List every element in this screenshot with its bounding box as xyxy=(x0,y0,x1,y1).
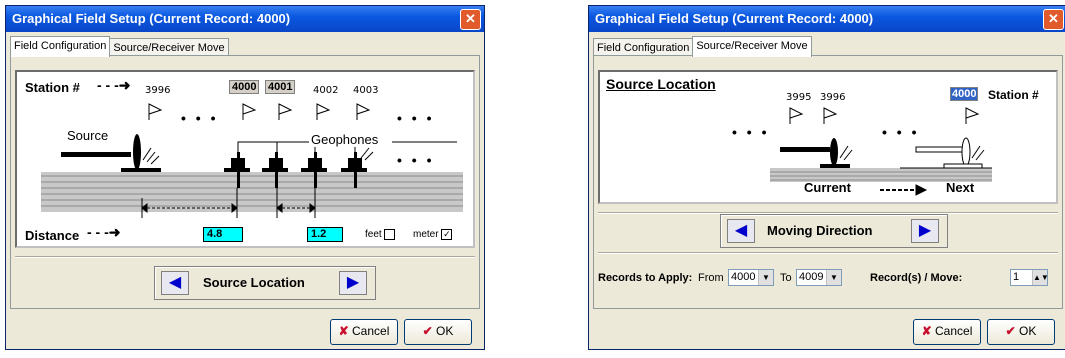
nav-label: Moving Direction xyxy=(767,223,873,238)
next-arrow-button[interactable]: ▶ xyxy=(911,219,939,243)
ok-label: OK xyxy=(1019,324,1037,338)
chevron-down-icon[interactable]: ▼ xyxy=(826,270,841,285)
geophones-label: Geophones xyxy=(309,132,381,147)
per-move-value: 1 xyxy=(1013,271,1020,283)
separator xyxy=(15,256,475,258)
checkmark-icon: ✔ xyxy=(1005,324,1016,338)
records-per-move-stepper[interactable]: 1 ▲▼ xyxy=(1010,269,1049,286)
cancel-button[interactable]: ✘ Cancel xyxy=(330,319,398,345)
ok-button[interactable]: ✔ OK xyxy=(404,319,472,345)
close-button[interactable]: ✕ xyxy=(1043,9,1064,30)
dialog-source-receiver-move: Graphical Field Setup (Current Record: 4… xyxy=(588,5,1065,350)
checkmark-icon: ✔ xyxy=(422,324,433,338)
ellipsis: • • • xyxy=(882,124,920,140)
current-label: Current xyxy=(804,180,851,195)
next-arrow-button[interactable]: ▶ xyxy=(339,271,367,295)
from-value: 4000 xyxy=(731,271,756,283)
cancel-icon: ✘ xyxy=(338,324,349,338)
feet-checkbox[interactable] xyxy=(384,229,396,240)
distance-receiver-input[interactable]: 1.2 xyxy=(307,227,343,242)
separator xyxy=(598,252,1058,254)
moving-direction-nav: ◀ Moving Direction ▶ xyxy=(720,214,948,248)
to-select[interactable]: 4009 ▼ xyxy=(796,269,842,286)
meter-checkbox[interactable]: ✓ xyxy=(441,229,453,240)
meter-label: meter xyxy=(413,229,439,241)
dialog-field-configuration: Graphical Field Setup (Current Record: 4… xyxy=(5,5,485,350)
nav-label: Source Location xyxy=(203,275,305,290)
feet-option[interactable]: feet xyxy=(365,229,396,241)
tab-page: Source Location 3995 3996 4000 Station # xyxy=(593,55,1063,309)
feet-label: feet xyxy=(365,229,382,241)
source-label: Source xyxy=(67,128,109,143)
cancel-icon: ✘ xyxy=(921,324,932,338)
distance-label: Distance xyxy=(25,228,80,243)
ok-button[interactable]: ✔ OK xyxy=(987,319,1055,345)
arrow-icon: - - -➜ xyxy=(87,224,121,240)
meter-option[interactable]: meter ✓ xyxy=(413,229,453,241)
cancel-label: Cancel xyxy=(935,324,973,338)
title-bar: Graphical Field Setup (Current Record: 4… xyxy=(589,6,1065,32)
from-label: From xyxy=(698,272,724,284)
close-button[interactable]: ✕ xyxy=(460,9,481,30)
ellipsis: • • • xyxy=(181,110,219,126)
distance-source-input[interactable]: 4.8 xyxy=(203,227,243,242)
ok-label: OK xyxy=(436,324,454,338)
records-per-move-label: Record(s) / Move: xyxy=(870,272,963,284)
tab-page: Station # - - -➜ 3996 4000 4001 4002 400… xyxy=(10,55,480,309)
spinner-icon[interactable]: ▲▼ xyxy=(1032,270,1049,285)
cancel-label: Cancel xyxy=(352,324,390,338)
title-bar: Graphical Field Setup (Current Record: 4… xyxy=(6,6,484,32)
ellipsis: • • • xyxy=(397,110,435,126)
ellipsis: • • • xyxy=(732,124,770,140)
to-value: 4009 xyxy=(799,271,824,283)
previous-arrow-button[interactable]: ◀ xyxy=(161,271,189,295)
cancel-button[interactable]: ✘ Cancel xyxy=(913,319,981,345)
field-diagram: Station # - - -➜ 3996 4000 4001 4002 400… xyxy=(15,70,475,248)
window-title: Graphical Field Setup (Current Record: 4… xyxy=(12,11,291,26)
previous-arrow-button[interactable]: ◀ xyxy=(727,219,755,243)
from-select[interactable]: 4000 ▼ xyxy=(728,269,774,286)
records-to-apply-label: Records to Apply: xyxy=(598,272,693,284)
chevron-down-icon[interactable]: ▼ xyxy=(758,270,773,285)
tab-field-configuration[interactable]: Field Configuration xyxy=(10,36,111,57)
window-title: Graphical Field Setup (Current Record: 4… xyxy=(595,11,874,26)
next-label: Next xyxy=(946,180,975,195)
move-diagram: Source Location 3995 3996 4000 Station # xyxy=(598,70,1058,204)
to-label: To xyxy=(780,272,792,284)
ellipsis: • • • xyxy=(397,152,435,168)
tab-source-receiver-move[interactable]: Source/Receiver Move xyxy=(692,36,812,57)
source-location-nav: ◀ Source Location ▶ xyxy=(154,266,376,300)
